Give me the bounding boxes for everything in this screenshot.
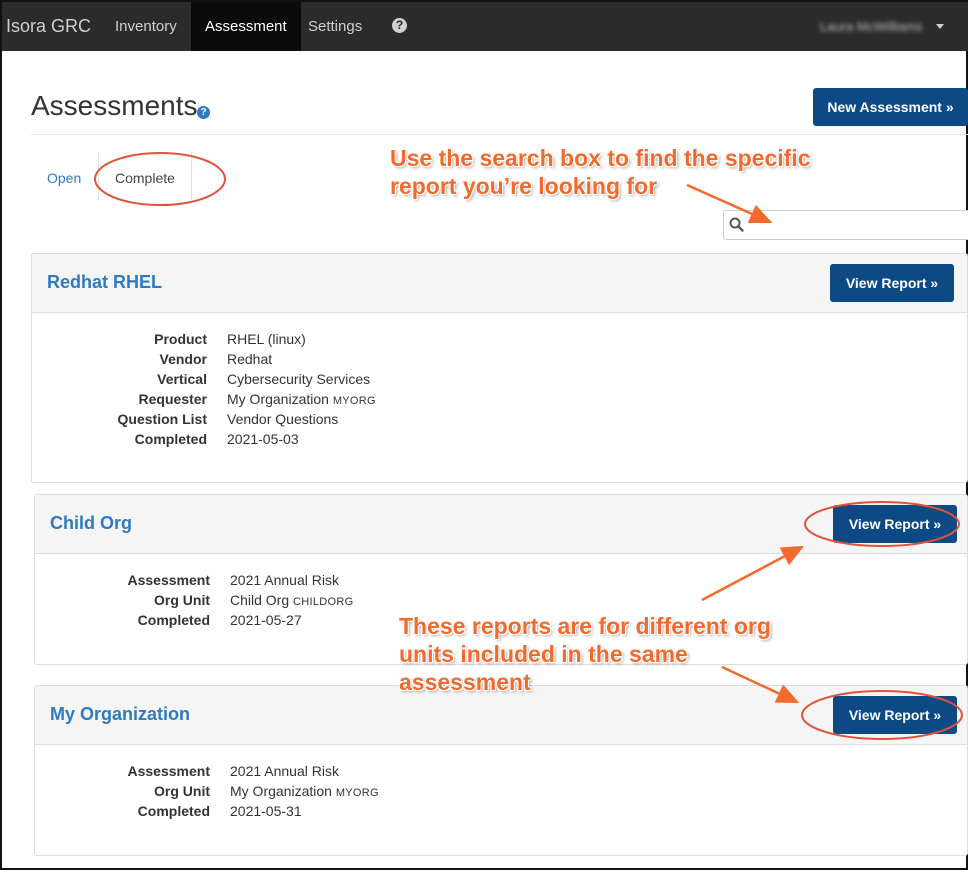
nav-settings[interactable]: Settings xyxy=(308,2,362,51)
field-value: Child Org CHILDORG xyxy=(230,592,354,608)
annotation-line: Use the search box to find the specific xyxy=(390,145,811,171)
field-label: Assessment xyxy=(127,572,211,588)
view-report-button[interactable]: View Report » xyxy=(830,264,954,302)
report-card-header xyxy=(35,495,967,554)
field-value: Redhat xyxy=(227,351,273,367)
field-label: Org Unit xyxy=(154,783,210,799)
org-code: MYORG xyxy=(332,395,376,407)
field-label: Vendor xyxy=(159,351,207,367)
report-title[interactable]: Redhat RHEL xyxy=(47,272,162,293)
chevron-down-icon[interactable] xyxy=(936,24,944,29)
field-value: 2021 Annual Risk xyxy=(230,763,339,779)
field-value: Vendor Questions xyxy=(227,411,339,427)
top-navbar: Isora GRC Inventory Assessment Settings … xyxy=(2,2,968,51)
annotation-line: report you’re looking for xyxy=(390,173,658,199)
help-icon[interactable]: ? xyxy=(197,106,210,119)
field-value: Cybersecurity Services xyxy=(227,371,371,387)
field-label: Completed xyxy=(137,612,210,628)
field-value: RHEL (linux) xyxy=(227,331,306,347)
report-card xyxy=(31,253,968,483)
org-name: My Organization xyxy=(227,391,329,407)
tab-open[interactable]: Open xyxy=(47,170,81,186)
field-value: My Organization MYORG xyxy=(230,783,379,799)
field-label: Product xyxy=(154,331,207,347)
annotation-line: units included in the same xyxy=(399,641,688,667)
field-label: Requester xyxy=(138,391,207,407)
field-label: Completed xyxy=(134,431,207,447)
new-assessment-button[interactable]: New Assessment » xyxy=(813,88,968,126)
field-label: Question List xyxy=(117,411,207,427)
field-label: Org Unit xyxy=(154,592,210,608)
report-title[interactable]: Child Org xyxy=(50,513,132,534)
field-value: 2021-05-31 xyxy=(230,803,302,819)
org-code: MYORG xyxy=(335,787,379,799)
user-menu-name[interactable]: Laura McWilliams xyxy=(820,19,923,34)
divider xyxy=(31,134,968,135)
annotation-line: These reports are for different org xyxy=(399,613,771,639)
tab-complete[interactable]: Complete xyxy=(115,170,175,186)
field-label: Vertical xyxy=(157,371,207,387)
annotation-line: assessment xyxy=(399,669,531,695)
view-report-button[interactable]: View Report » xyxy=(833,696,957,734)
org-name: Child Org xyxy=(230,592,290,608)
report-title[interactable]: My Organization xyxy=(50,704,190,725)
annotation-search-note: Use the search box to find the specific … xyxy=(390,144,811,200)
field-value: 2021-05-27 xyxy=(230,612,302,628)
field-value: 2021 Annual Risk xyxy=(230,572,339,588)
field-label: Assessment xyxy=(127,763,211,779)
search-input[interactable] xyxy=(723,210,968,240)
field-value: My Organization MYORG xyxy=(227,391,376,407)
view-report-button[interactable]: View Report » xyxy=(833,505,957,543)
field-label: Completed xyxy=(137,803,210,819)
annotation-reports-note: These reports are for different org unit… xyxy=(399,612,771,696)
help-icon[interactable]: ? xyxy=(392,18,407,33)
org-name: My Organization xyxy=(230,783,332,799)
search-icon xyxy=(729,217,744,232)
field-value: 2021-05-03 xyxy=(227,431,299,447)
brand-logo[interactable]: Isora GRC xyxy=(6,16,91,37)
page-title: Assessments xyxy=(31,90,198,121)
nav-inventory[interactable]: Inventory xyxy=(115,2,177,51)
nav-assessment[interactable]: Assessment xyxy=(191,2,301,51)
org-code: CHILDORG xyxy=(293,596,354,608)
report-card-header xyxy=(32,254,967,313)
